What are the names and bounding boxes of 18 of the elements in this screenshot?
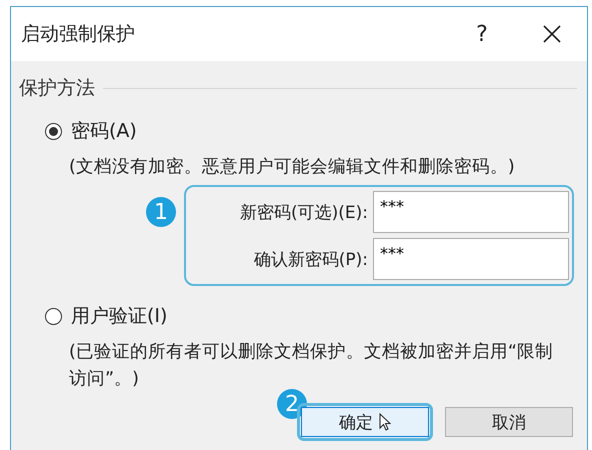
window-title: 启动强制保护: [21, 22, 135, 47]
help-button[interactable]: ?: [447, 7, 517, 61]
close-icon: [542, 24, 562, 44]
option-description: (已验证的所有者可以删除文档保护。文档被加密并启用“限制访问”。): [69, 341, 554, 391]
radio-option[interactable]: 用户验证(I): [45, 303, 168, 329]
password-field[interactable]: ***: [373, 238, 569, 280]
ok-button[interactable]: 确定: [301, 407, 429, 437]
radio-option[interactable]: 密码(A): [45, 118, 137, 144]
cursor-icon: [379, 413, 391, 431]
radio-button[interactable]: [45, 122, 62, 140]
field-label: 确认新密码(P):: [254, 248, 368, 270]
group-title: 保护方法: [19, 76, 95, 101]
step-badge: 1: [146, 197, 176, 227]
field-label: 新密码(可选)(E):: [240, 202, 368, 224]
cancel-button[interactable]: 取消: [445, 407, 573, 437]
password-field[interactable]: ***: [373, 191, 569, 233]
option-description: (文档没有加密。恶意用户可能会编辑文件和删除密码。): [69, 156, 516, 179]
radio-button[interactable]: [45, 308, 62, 324]
